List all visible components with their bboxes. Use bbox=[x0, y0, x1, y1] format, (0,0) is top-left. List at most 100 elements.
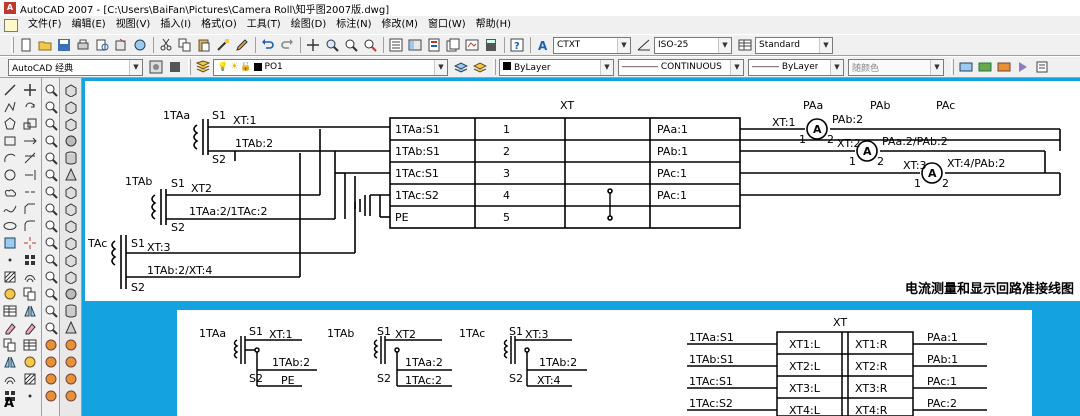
menu-file[interactable]: 文件(F) bbox=[24, 17, 68, 33]
box-icon[interactable] bbox=[63, 99, 79, 115]
my-workspace-icon[interactable] bbox=[166, 58, 184, 76]
menu-draw[interactable]: 绘图(D) bbox=[287, 17, 333, 33]
styles-icon-4[interactable] bbox=[1014, 58, 1032, 76]
help-icon[interactable]: ? bbox=[508, 36, 526, 54]
break-icon[interactable] bbox=[22, 184, 38, 200]
point-icon[interactable] bbox=[22, 388, 38, 404]
array-icon[interactable] bbox=[22, 252, 38, 268]
toolbar-grip[interactable] bbox=[951, 59, 954, 75]
box-icon[interactable] bbox=[63, 184, 79, 200]
multiline-text-icon[interactable]: A bbox=[4, 396, 14, 411]
table-style-select[interactable]: Standard ▼ bbox=[755, 36, 833, 54]
hatch-icon[interactable] bbox=[22, 371, 38, 387]
text-style-icon[interactable]: A bbox=[534, 36, 552, 54]
redo-icon[interactable] bbox=[278, 36, 296, 54]
zoom-icon[interactable] bbox=[43, 252, 59, 268]
box-icon[interactable] bbox=[63, 218, 79, 234]
lineweight-control-select[interactable]: ――― ByLayer ▼ bbox=[748, 58, 844, 76]
box-icon[interactable] bbox=[63, 82, 79, 98]
chevron-down-icon[interactable]: ▼ bbox=[830, 59, 843, 75]
polyline-icon[interactable] bbox=[2, 99, 18, 115]
open-file-icon[interactable] bbox=[36, 36, 54, 54]
sheet-set-manager-icon[interactable] bbox=[444, 36, 462, 54]
menu-insert[interactable]: 插入(I) bbox=[156, 17, 197, 33]
zoom-icon[interactable] bbox=[43, 235, 59, 251]
render-icon[interactable] bbox=[43, 337, 59, 353]
chevron-down-icon[interactable]: ▼ bbox=[129, 59, 142, 75]
zoom-icon[interactable] bbox=[43, 99, 59, 115]
explode-icon[interactable] bbox=[22, 235, 38, 251]
copy-object-icon[interactable] bbox=[2, 337, 18, 353]
sphere-icon[interactable] bbox=[63, 133, 79, 149]
point-icon[interactable] bbox=[2, 252, 18, 268]
chamfer-icon[interactable] bbox=[22, 201, 38, 217]
linetype-control-select[interactable]: ―――― CONTINUOUS ▼ bbox=[618, 58, 744, 76]
properties-icon[interactable] bbox=[387, 36, 405, 54]
zoom-icon[interactable] bbox=[43, 133, 59, 149]
erase-icon[interactable] bbox=[2, 320, 18, 336]
plot-preview-icon[interactable] bbox=[93, 36, 111, 54]
region-icon[interactable] bbox=[22, 354, 38, 370]
menu-help[interactable]: 帮助(H) bbox=[472, 17, 517, 33]
menu-dimension[interactable]: 标注(N) bbox=[332, 17, 377, 33]
ellipse-icon[interactable] bbox=[2, 218, 18, 234]
fillet-icon[interactable] bbox=[22, 218, 38, 234]
toolbar-grip[interactable] bbox=[188, 59, 191, 75]
zoom-icon[interactable] bbox=[43, 116, 59, 132]
new-file-icon[interactable] bbox=[17, 36, 35, 54]
styles-icon-2[interactable] bbox=[976, 58, 994, 76]
menu-modify[interactable]: 修改(M) bbox=[378, 17, 424, 33]
cylinder-icon[interactable] bbox=[63, 150, 79, 166]
pan-icon[interactable] bbox=[304, 36, 322, 54]
rectangle-icon[interactable] bbox=[2, 133, 18, 149]
erase-icon[interactable] bbox=[22, 320, 38, 336]
layer-select[interactable]: 💡 ☀ 🔓 PO1 ▼ bbox=[213, 58, 448, 76]
workspace-select[interactable]: AutoCAD 经典 ▼ bbox=[8, 58, 143, 76]
plot-style-control-select[interactable]: 随颜色 ▼ bbox=[848, 58, 944, 76]
plot-icon[interactable] bbox=[74, 36, 92, 54]
box-icon[interactable] bbox=[63, 116, 79, 132]
zoom-icon[interactable] bbox=[43, 269, 59, 285]
arc-icon[interactable] bbox=[2, 150, 18, 166]
insert-block-icon[interactable] bbox=[2, 235, 18, 251]
polygon-icon[interactable] bbox=[2, 116, 18, 132]
line-icon[interactable] bbox=[2, 82, 18, 98]
cloud-icon[interactable] bbox=[2, 184, 18, 200]
render-icon[interactable] bbox=[63, 337, 79, 353]
drawing-area[interactable]: XT 1TAa:S1 1TAb:S1 1TAc:S1 1TAc:S2 PE 1 … bbox=[82, 78, 1080, 416]
menu-view[interactable]: 视图(V) bbox=[112, 17, 157, 33]
zoom-previous-icon[interactable] bbox=[361, 36, 379, 54]
table-icon[interactable] bbox=[2, 303, 18, 319]
cone-icon[interactable] bbox=[63, 320, 79, 336]
styles-icon-3[interactable] bbox=[995, 58, 1013, 76]
sphere-icon[interactable] bbox=[63, 286, 79, 302]
move-icon[interactable] bbox=[22, 82, 38, 98]
markup-set-manager-icon[interactable] bbox=[463, 36, 481, 54]
trim-icon[interactable] bbox=[22, 150, 38, 166]
styles-icon-1[interactable] bbox=[957, 58, 975, 76]
menu-window[interactable]: 窗口(W) bbox=[424, 17, 472, 33]
table-style-icon[interactable] bbox=[736, 36, 754, 54]
block-editor-icon[interactable] bbox=[233, 36, 251, 54]
mirror-icon[interactable] bbox=[2, 354, 18, 370]
layer-previous-icon[interactable] bbox=[471, 58, 489, 76]
rotate-icon[interactable] bbox=[22, 99, 38, 115]
text-style-select[interactable]: CTXT ▼ bbox=[553, 36, 631, 54]
menu-format[interactable]: 格式(O) bbox=[197, 17, 243, 33]
table-icon[interactable] bbox=[22, 337, 38, 353]
chevron-down-icon[interactable]: ▼ bbox=[819, 37, 832, 53]
chevron-down-icon[interactable]: ▼ bbox=[617, 37, 630, 53]
match-properties-icon[interactable] bbox=[214, 36, 232, 54]
box-icon[interactable] bbox=[63, 269, 79, 285]
render-icon[interactable] bbox=[43, 371, 59, 387]
publish-icon[interactable] bbox=[112, 36, 130, 54]
styles-icon-5[interactable] bbox=[1033, 58, 1051, 76]
box-icon[interactable] bbox=[63, 252, 79, 268]
toolbar-grip[interactable] bbox=[11, 37, 14, 53]
extend-icon[interactable] bbox=[22, 167, 38, 183]
zoom-icon[interactable] bbox=[43, 286, 59, 302]
zoom-icon[interactable] bbox=[43, 167, 59, 183]
zoom-window-icon[interactable] bbox=[342, 36, 360, 54]
chevron-down-icon[interactable]: ▼ bbox=[434, 59, 447, 75]
cylinder-icon[interactable] bbox=[63, 303, 79, 319]
